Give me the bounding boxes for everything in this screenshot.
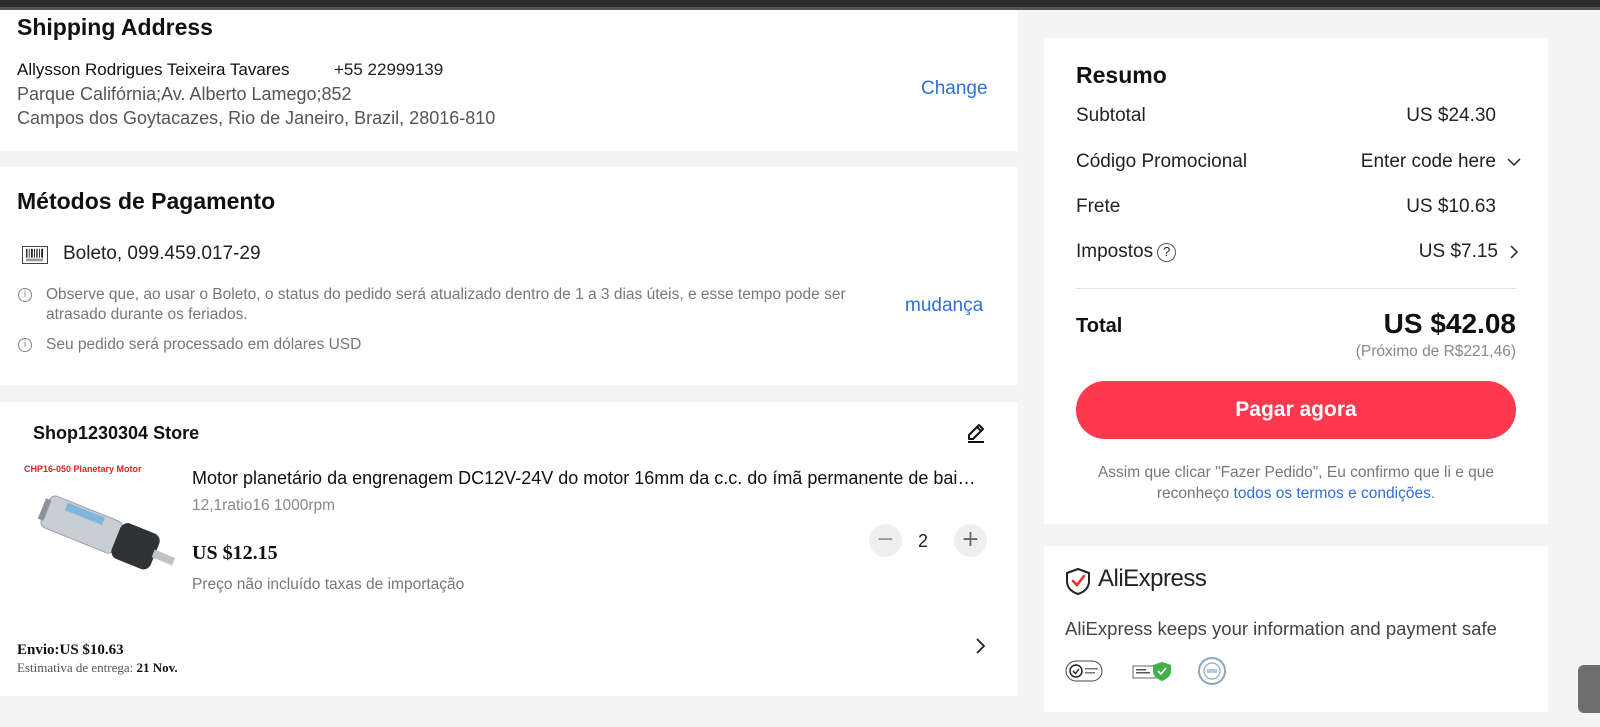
subtotal-row: Subtotal US $24.30 xyxy=(1076,105,1518,127)
info-icon: i xyxy=(18,288,32,302)
price-note: Preço não incluído taxas de importação xyxy=(192,576,465,593)
ssl-badge-icon xyxy=(1132,662,1171,681)
product-image[interactable]: CHP16-050 Planetary Motor xyxy=(16,460,178,590)
info-icon: i xyxy=(18,338,32,352)
payment-methods-card: Métodos de Pagamento Boleto, 099.459.017… xyxy=(0,167,1018,385)
total-label: Total xyxy=(1076,315,1123,337)
store-order-card: Shop1230304 Store CHP16-050 Planetary Mo… xyxy=(0,402,1018,696)
security-card: AliExpress AliExpress keeps your informa… xyxy=(1044,546,1548,712)
order-summary-card: Resumo Subtotal US $24.30 Código Promoci… xyxy=(1044,38,1548,524)
promo-code-row[interactable]: Código Promocional Enter code here xyxy=(1076,151,1521,173)
payment-method-label: Boleto, 099.459.017-29 xyxy=(63,243,261,264)
change-address-link[interactable]: Change xyxy=(921,78,988,100)
shipping-label: Frete xyxy=(1076,196,1121,217)
chevron-down-icon[interactable] xyxy=(1506,154,1522,170)
quantity-increase-button[interactable]: + xyxy=(954,524,987,557)
shipping-address-title: Shipping Address xyxy=(17,14,213,40)
change-payment-link[interactable]: mudança xyxy=(905,295,983,317)
delivery-estimate-date: 21 Nov. xyxy=(136,660,178,675)
quantity-value: 2 xyxy=(918,531,929,551)
taxes-value: US $7.15 xyxy=(1418,241,1498,262)
address-line-2: Campos dos Goytacazes, Rio de Janeiro, B… xyxy=(17,108,496,128)
delivery-estimate-label: Estimativa de entrega: xyxy=(17,660,134,675)
quantity-decrease-button[interactable]: − xyxy=(869,524,902,557)
shipping-cost: Envio:US $10.63 xyxy=(17,642,124,658)
recipient-phone: +55 22999139 xyxy=(334,60,444,79)
shipping-row: Frete US $10.63 xyxy=(1076,196,1518,218)
recipient-name: Allysson Rodrigues Teixeira Tavares xyxy=(17,60,290,79)
product-price: US $12.15 xyxy=(192,542,278,564)
product-variant: 12,1ratio16 1000rpm xyxy=(192,497,336,514)
pay-now-button[interactable]: Pagar agora xyxy=(1076,381,1516,439)
promo-code-label: Código Promocional xyxy=(1076,151,1248,172)
svg-text:CHP16-050 Planetary Motor: CHP16-050 Planetary Motor xyxy=(24,464,142,474)
payment-methods-title: Métodos de Pagamento xyxy=(17,188,276,214)
shipping-address-card: Shipping Address Allysson Rodrigues Teix… xyxy=(0,10,1018,151)
currency-note: Seu pedido será processado em dólares US… xyxy=(46,336,362,353)
chevron-right-icon[interactable] xyxy=(970,636,990,656)
total-value: US $42.08 xyxy=(1383,308,1516,339)
terms-end: . xyxy=(1430,485,1436,502)
seal-badge-icon xyxy=(1198,657,1226,685)
aliexpress-brand: AliExpress xyxy=(1098,565,1207,592)
browser-top-bar xyxy=(0,0,1600,10)
boleto-barcode-icon xyxy=(22,246,48,264)
edit-icon[interactable] xyxy=(965,422,987,444)
shield-check-icon xyxy=(1066,567,1090,595)
total-approx-brl: (Próximo de R$221,46) xyxy=(1355,343,1516,360)
shipping-value: US $10.63 xyxy=(1406,196,1496,217)
promo-code-input[interactable]: Enter code here xyxy=(1361,151,1496,173)
chevron-right-icon[interactable] xyxy=(1506,244,1522,260)
boleto-note: Observe que, ao usar o Boleto, o status … xyxy=(46,286,846,323)
feedback-side-button[interactable] xyxy=(1578,665,1600,713)
subtotal-value: US $24.30 xyxy=(1406,105,1496,126)
delivery-estimate: Estimativa de entrega: 21 Nov. xyxy=(17,660,178,676)
security-badge-icon xyxy=(1065,660,1103,682)
terms-notice: Assim que clicar "Fazer Pedido", Eu conf… xyxy=(1076,462,1516,504)
security-text: AliExpress keeps your information and pa… xyxy=(1065,618,1497,639)
terms-link[interactable]: todos os termos e condições xyxy=(1234,485,1431,502)
divider xyxy=(1076,288,1516,289)
taxes-row[interactable]: Impostos? US $7.15 xyxy=(1076,241,1519,263)
help-icon[interactable]: ? xyxy=(1157,243,1177,262)
store-name: Shop1230304 Store xyxy=(33,423,200,443)
summary-title: Resumo xyxy=(1076,62,1167,88)
taxes-label: Impostos xyxy=(1076,241,1154,262)
product-title[interactable]: Motor planetário da engrenagem DC12V-24V… xyxy=(192,468,982,489)
subtotal-label: Subtotal xyxy=(1076,105,1146,126)
address-line-1: Parque Califórnia;Av. Alberto Lamego;852 xyxy=(17,84,352,104)
